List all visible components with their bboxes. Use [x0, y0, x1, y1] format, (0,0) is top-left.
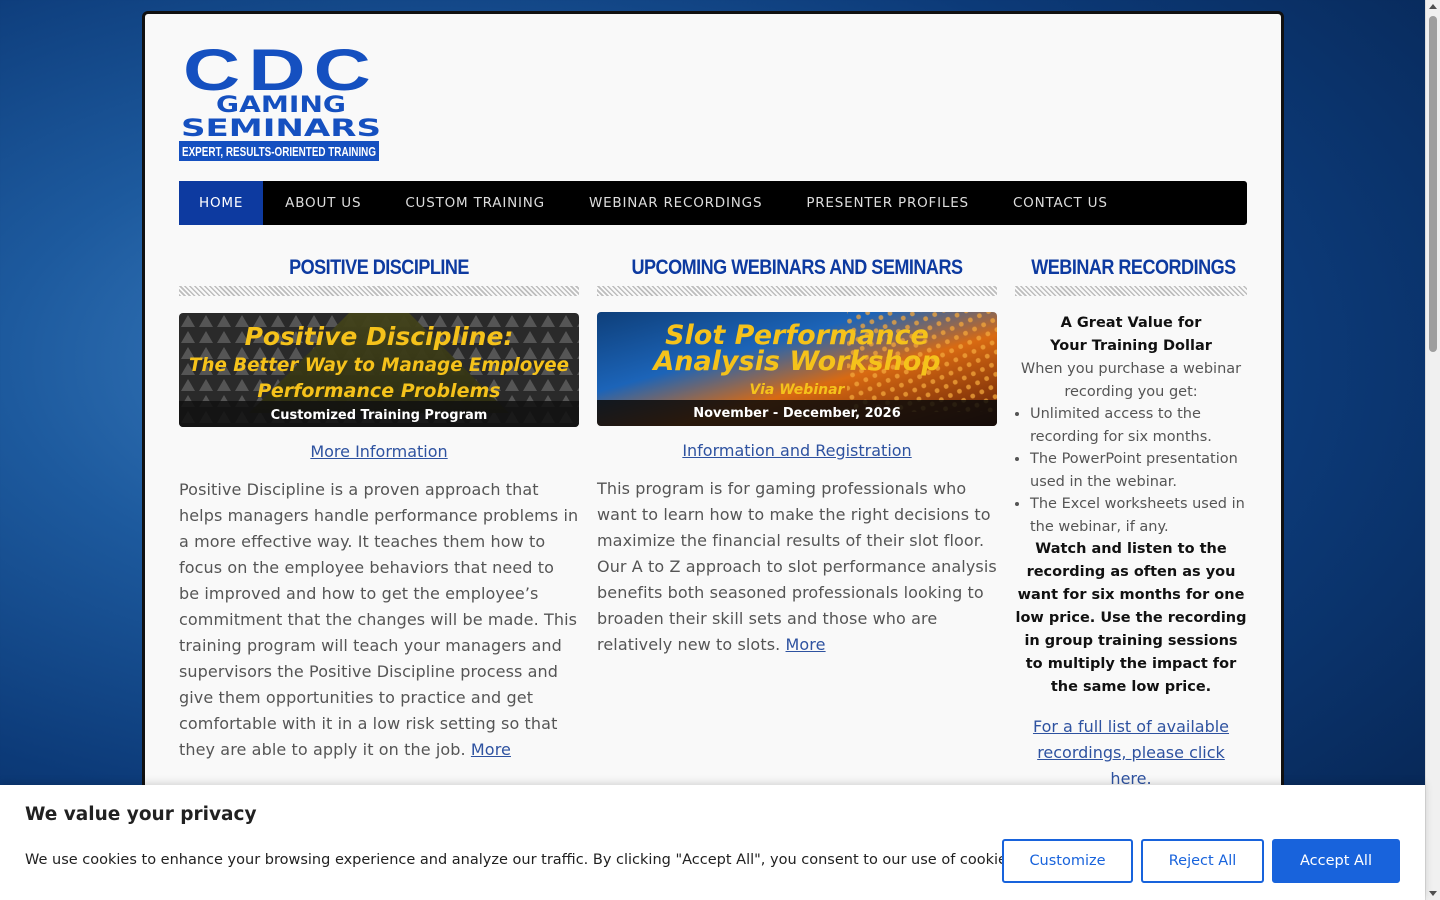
main-nav: HOME ABOUT US CUSTOM TRAINING WEBINAR RE… [179, 181, 1247, 225]
positive-discipline-section: POSITIVE DISCIPLINE Positive Discipline:… [179, 254, 579, 763]
reject-all-button[interactable]: Reject All [1141, 839, 1264, 883]
more-link[interactable]: More [471, 740, 511, 759]
value-heading-line2: Your Training Dollar [1050, 338, 1212, 354]
list-item: The Excel worksheets used in the webinar… [1030, 493, 1247, 538]
cookie-text: We use cookies to enhance your browsing … [25, 852, 1020, 868]
webinar-recordings-section: WEBINAR RECORDINGS A Great Value for You… [1015, 254, 1247, 792]
more-link[interactable]: More [786, 635, 826, 654]
scroll-thumb[interactable] [1429, 16, 1437, 352]
information-registration-link[interactable]: Information and Registration [597, 441, 997, 461]
benefits-list: Unlimited access to the recording for si… [1030, 403, 1247, 538]
body-copy: This program is for gaming professionals… [597, 479, 997, 654]
banner-line1: Positive Discipline: [245, 322, 514, 351]
positive-discipline-banner[interactable]: Positive Discipline: The Better Way to M… [179, 313, 579, 427]
list-item: The PowerPoint presentation used in the … [1030, 448, 1247, 493]
page-container: CDC GAMING SEMINARS EXPERT, RESULTS-ORIE… [142, 11, 1284, 900]
banner-line2: The Better Way to Manage Employee [189, 354, 569, 376]
list-item: Unlimited access to the recording for si… [1030, 403, 1247, 448]
accept-all-button[interactable]: Accept All [1272, 839, 1400, 883]
section-title: UPCOMING WEBINARS AND SEMINARS [631, 256, 963, 279]
section-title: POSITIVE DISCIPLINE [289, 256, 469, 279]
banner-line2: Analysis Workshop [651, 346, 940, 377]
upcoming-webinars-section: UPCOMING WEBINARS AND SEMINARS Slot Perf… [597, 254, 997, 658]
title-divider [597, 286, 997, 296]
logo-tagline: EXPERT, RESULTS-ORIENTED TRAINING [182, 144, 376, 159]
title-divider [1015, 286, 1247, 296]
nav-custom-training[interactable]: CUSTOM TRAINING [383, 181, 567, 225]
cookie-title: We value your privacy [25, 804, 257, 825]
banner-line3: Performance Problems [257, 380, 500, 402]
full-list-link[interactable]: For a full list of available recordings,… [1015, 714, 1247, 792]
nav-contact-us[interactable]: CONTACT US [991, 181, 1130, 225]
body-copy: Positive Discipline is a proven approach… [179, 480, 579, 759]
customize-button[interactable]: Customize [1002, 839, 1133, 883]
vertical-scrollbar[interactable] [1425, 0, 1440, 900]
watch-listen-text: Watch and listen to the recording as oft… [1015, 541, 1247, 695]
more-information-link[interactable]: More Information [179, 442, 579, 462]
nav-about-us[interactable]: ABOUT US [263, 181, 383, 225]
slot-workshop-text: This program is for gaming professionals… [597, 476, 997, 658]
logo-seminars: SEMINARS [181, 114, 381, 142]
banner-line4: Customized Training Program [271, 408, 488, 423]
slot-workshop-banner[interactable]: Slot Performance Analysis Workshop Via W… [597, 312, 997, 426]
purchase-intro: When you purchase a webinar recording yo… [1020, 361, 1242, 400]
site-logo[interactable]: CDC GAMING SEMINARS EXPERT, RESULTS-ORIE… [179, 38, 383, 164]
scroll-up-arrow-icon[interactable] [1429, 4, 1437, 9]
nav-webinar-recordings[interactable]: WEBINAR RECORDINGS [567, 181, 784, 225]
nav-presenter-profiles[interactable]: PRESENTER PROFILES [784, 181, 991, 225]
banner-line4: November - December, 2026 [693, 406, 901, 421]
nav-home[interactable]: HOME [179, 181, 264, 225]
scroll-down-arrow-icon[interactable] [1429, 891, 1437, 896]
title-divider [179, 286, 579, 296]
cookie-consent-banner: We value your privacy We use cookies to … [0, 785, 1425, 900]
value-heading: A Great Value for Your Training Dollar [1015, 312, 1247, 358]
section-title: WEBINAR RECORDINGS [1031, 256, 1236, 279]
banner-line3: Via Webinar [750, 382, 846, 398]
value-heading-line1: A Great Value for [1060, 315, 1202, 331]
positive-discipline-text: Positive Discipline is a proven approach… [179, 477, 579, 763]
